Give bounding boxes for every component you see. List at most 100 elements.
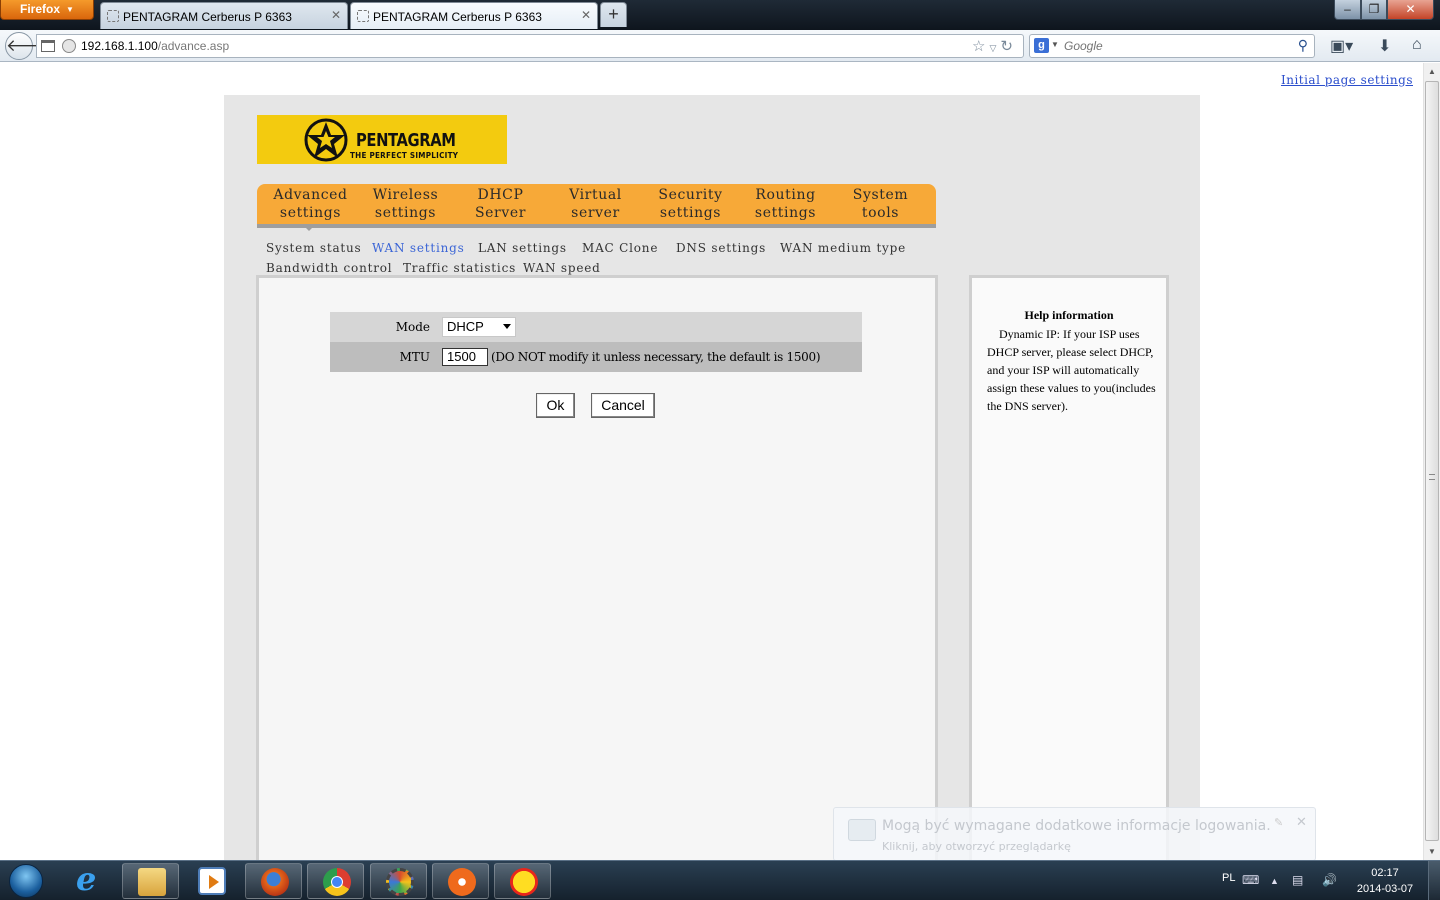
submenu-lan-settings[interactable]: LAN settings: [478, 238, 567, 258]
network-icon: [848, 819, 876, 841]
volume-icon[interactable]: 🔊: [1322, 873, 1337, 887]
window-minimize-button[interactable]: –: [1334, 0, 1361, 20]
menu-security-settings[interactable]: Security settings: [643, 186, 738, 222]
tab-2-active[interactable]: PENTAGRAM Cerberus P 6363 ✕: [350, 2, 598, 29]
menu-virtual-server[interactable]: Virtual server: [548, 186, 643, 222]
browser-title-bar: Firefox ▼ PENTAGRAM Cerberus P 6363 ✕ PEN…: [0, 0, 1440, 30]
menu-wireless-settings[interactable]: Wireless settings: [358, 186, 453, 222]
url-path: /advance.asp: [157, 39, 230, 53]
menu-line: Security: [658, 187, 723, 203]
search-icon[interactable]: ⚲: [1298, 37, 1308, 54]
keyboard-icon[interactable]: ⌨: [1242, 873, 1259, 887]
home-icon[interactable]: ⌂: [1412, 36, 1422, 54]
url-text[interactable]: 192.168.1.100/advance.asp: [81, 39, 229, 53]
tab-1[interactable]: PENTAGRAM Cerberus P 6363 ✕: [100, 2, 348, 29]
wan-settings-form: Mode DHCP MTU 1500 (DO NOT modify it unl…: [330, 312, 862, 372]
notification-subtitle: Kliknij, aby otworzyć przeglądarkę: [882, 840, 1071, 853]
page-grip-icon: [41, 40, 55, 52]
window-maximize-button[interactable]: ❐: [1361, 0, 1387, 20]
new-tab-button[interactable]: +: [600, 2, 627, 27]
vertical-scrollbar[interactable]: ▲ ▼: [1423, 63, 1440, 860]
notification-title: Mogą być wymagane dodatkowe informacje l…: [882, 818, 1271, 834]
clock[interactable]: 02:17 2014-03-07: [1348, 865, 1422, 897]
submenu-wan-medium-type[interactable]: WAN medium type: [780, 238, 906, 258]
mode-label: Mode: [395, 320, 430, 334]
notification-toast[interactable]: Mogą być wymagane dodatkowe informacje l…: [833, 807, 1316, 860]
menu-advanced-settings[interactable]: Advanced settings: [263, 186, 358, 222]
taskbar-system-tool[interactable]: [370, 863, 427, 899]
chevron-down-icon[interactable]: ▼: [1051, 40, 1059, 49]
tab-close-icon[interactable]: ✕: [581, 8, 591, 22]
taskbar-firefox[interactable]: [245, 863, 302, 899]
taskbar-media-player[interactable]: [183, 863, 240, 899]
menu-line: settings: [279, 205, 342, 221]
menu-line: System: [852, 187, 909, 203]
initial-page-settings-link[interactable]: Initial page settings: [1281, 73, 1413, 87]
scroll-down-icon[interactable]: ▼: [1424, 843, 1440, 860]
mtu-input[interactable]: 1500: [442, 348, 488, 366]
wrench-icon[interactable]: ✎: [1274, 816, 1283, 829]
firefox-icon: [261, 868, 289, 896]
sun-app-icon: [510, 868, 538, 896]
mode-row: Mode DHCP: [330, 312, 862, 342]
tab-close-icon[interactable]: ✕: [331, 8, 341, 22]
gear-icon: [386, 868, 414, 896]
menu-dhcp-server[interactable]: DHCP Server: [453, 186, 548, 222]
search-bar[interactable]: g ▼ ⚲: [1029, 34, 1315, 58]
address-bar[interactable]: 192.168.1.100/advance.asp ☆▽↻: [36, 34, 1024, 58]
search-input[interactable]: [1064, 38, 1284, 54]
firefox-menu-button[interactable]: Firefox ▼: [0, 0, 94, 20]
taskbar-windows-explorer[interactable]: [122, 863, 179, 899]
network-warning-icon[interactable]: ▤: [1292, 873, 1303, 887]
logo-name: PENTAGRAM: [356, 130, 456, 151]
cancel-button[interactable]: Cancel: [591, 393, 655, 418]
mtu-note: (DO NOT modify it unless necessary, the …: [491, 350, 821, 364]
submenu-system-status[interactable]: System status: [266, 238, 362, 258]
start-button[interactable]: [4, 862, 48, 900]
menu-line: server: [571, 205, 620, 221]
dropdown-icon[interactable]: ▽: [990, 43, 1001, 53]
menu-line: Wireless: [372, 187, 439, 203]
bookmarks-icon[interactable]: ▣▾: [1330, 36, 1353, 56]
help-text: Dynamic IP: If your ISP uses DHCP server…: [987, 327, 1156, 413]
internet-explorer-icon: e: [76, 860, 97, 898]
download-icon[interactable]: ⬇: [1378, 36, 1391, 56]
chevron-down-icon: ▼: [66, 5, 74, 14]
scrollbar-thumb[interactable]: [1425, 81, 1439, 841]
ok-button[interactable]: Ok: [536, 393, 575, 418]
logo-tagline: THE PERFECT SIMPLICITY: [350, 151, 459, 160]
menu-routing-settings[interactable]: Routing settings: [738, 186, 833, 222]
close-icon[interactable]: ✕: [1296, 814, 1307, 830]
taskbar-internet-explorer[interactable]: e: [62, 860, 119, 899]
submenu-dns-settings[interactable]: DNS settings: [676, 238, 766, 258]
firefox-menu-label: Firefox: [20, 2, 61, 16]
media-player-icon: [198, 867, 226, 895]
google-icon[interactable]: g: [1034, 38, 1049, 53]
menu-line: Routing: [755, 187, 816, 203]
show-hidden-icons-icon[interactable]: ▲: [1270, 876, 1279, 886]
help-panel: Help information Dynamic IP: If your ISP…: [969, 275, 1169, 860]
site-identity-icon[interactable]: [62, 39, 76, 53]
pentagram-star-icon: [304, 118, 348, 162]
orange-app-icon: [448, 868, 476, 896]
folder-icon: [138, 868, 166, 896]
show-desktop-button[interactable]: [1428, 861, 1440, 900]
language-indicator[interactable]: PL: [1222, 872, 1235, 884]
taskbar-sun-app[interactable]: [494, 863, 551, 899]
submenu-wan-settings[interactable]: WAN settings: [372, 238, 465, 258]
star-icon[interactable]: ☆: [972, 38, 989, 55]
grip-icon: [1429, 474, 1435, 480]
window-close-button[interactable]: ✕: [1387, 0, 1434, 20]
taskbar-chrome[interactable]: [307, 863, 364, 899]
url-actions: ☆▽↻: [972, 37, 1017, 55]
menu-system-tools[interactable]: System tools: [833, 186, 928, 222]
submenu-mac-clone[interactable]: MAC Clone: [582, 238, 658, 258]
main-menu: Advanced settings Wireless settings DHCP Se…: [257, 184, 936, 231]
reload-icon[interactable]: ↻: [1000, 38, 1017, 55]
mode-value: DHCP: [447, 319, 484, 334]
scroll-up-icon[interactable]: ▲: [1424, 63, 1440, 80]
taskbar-orange-app[interactable]: [432, 863, 489, 899]
mode-select[interactable]: DHCP: [442, 317, 516, 337]
back-button[interactable]: 🡐: [5, 32, 52, 60]
router-page: PENTAGRAM THE PERFECT SIMPLICITY Advance…: [224, 95, 1200, 860]
